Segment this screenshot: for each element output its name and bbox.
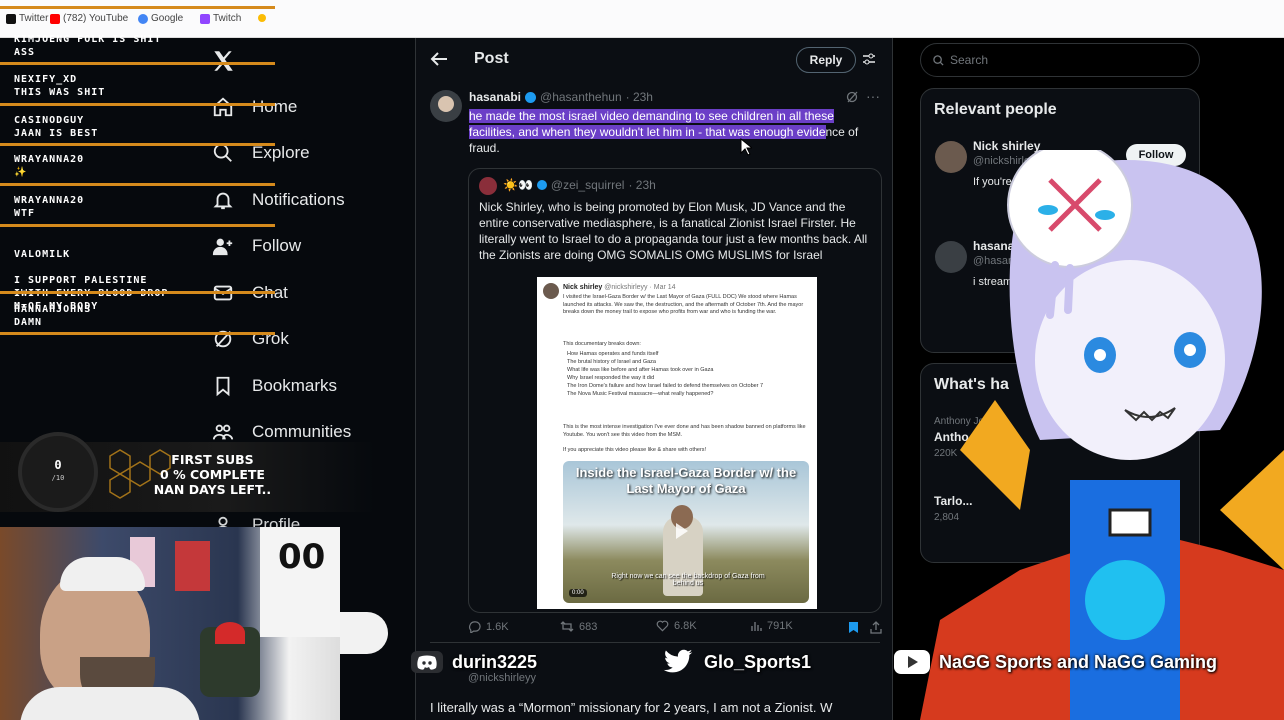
- bandana: [60, 557, 145, 591]
- chat-divider: [0, 103, 275, 106]
- views-action[interactable]: 791K: [750, 620, 793, 632]
- chat-divider: [0, 6, 275, 9]
- shirt: [20, 687, 200, 720]
- vtuber-avatar: [920, 150, 1284, 720]
- repost-icon: [560, 621, 574, 632]
- chat-divider: [0, 62, 275, 65]
- google-icon[interactable]: [258, 14, 266, 22]
- verified-badge-icon: [525, 91, 537, 103]
- tweet-time: · 23h: [625, 90, 653, 104]
- chat-divider: [0, 224, 275, 227]
- google-icon: [138, 13, 148, 24]
- nav-home[interactable]: Home: [212, 96, 297, 118]
- tweet-text: he made the most israel video demanding …: [469, 109, 859, 155]
- like-action[interactable]: 6.8K: [656, 620, 697, 632]
- chat-message: WRAYANNA20 ✨: [14, 154, 85, 178]
- goal-text: FIRST SUBS 0 % COMPLETE NAN DAYS LEFT..: [153, 452, 272, 497]
- post-column: Post Reply hasanabi @hasanthehun · 23h ·…: [415, 38, 893, 720]
- video-duration: 0:00: [569, 589, 587, 597]
- bookmark-youtube[interactable]: (782) YouTube: [50, 13, 128, 24]
- bookmark-twitch[interactable]: Twitch: [200, 13, 241, 24]
- chat-divider: [0, 291, 275, 294]
- search-icon: [933, 54, 944, 66]
- quote-tweet-card[interactable]: ☀️👀 @zei_squirrel · 23h Nick Shirley, wh…: [468, 168, 882, 613]
- goal-progress-ring: 0 /10: [18, 432, 98, 512]
- x-icon: [6, 13, 16, 24]
- chat-divider: [0, 332, 275, 335]
- bookmark-filled-icon[interactable]: [848, 621, 859, 634]
- social-twitter: Glo_Sports1: [660, 647, 811, 677]
- chat-message: KIMJOENG FOLK IS SHIT ASS: [14, 34, 162, 58]
- embed-header: Nick shirley @nickshirleyy · Mar 14: [563, 284, 676, 291]
- communities-icon: [212, 424, 234, 440]
- more-options-icon[interactable]: ···: [866, 88, 880, 104]
- chat-message: HANNAHJOHNS DAMN: [14, 304, 92, 328]
- twitch-icon: [200, 13, 210, 24]
- views-chart-icon: [751, 622, 762, 631]
- verified-badge-icon: [536, 180, 547, 190]
- chat-message: CASINODGUY JAAN IS BEST: [14, 115, 99, 139]
- poster: [175, 541, 210, 591]
- bookmark-google[interactable]: Google: [138, 13, 183, 24]
- quote-author-name: ☀️👀: [503, 178, 533, 192]
- avatar: [543, 283, 559, 299]
- author-handle[interactable]: @hasanthehun: [540, 90, 622, 104]
- embedded-tweet-image[interactable]: Nick shirley @nickshirleyy · Mar 14 I vi…: [537, 277, 817, 609]
- author-name[interactable]: hasanabi: [469, 90, 521, 104]
- webcam-feed: 00: [0, 527, 340, 720]
- reply-icon: [469, 621, 481, 633]
- settings-sliders-icon[interactable]: [862, 52, 876, 66]
- reply-action[interactable]: 1.6K: [468, 620, 509, 633]
- overlay-pill: [340, 612, 388, 654]
- chat-message: WRAYANNA20 WTF: [14, 195, 85, 219]
- browser-bookmarks-bar: Twitter (782) YouTube Google Twitch: [0, 0, 1284, 38]
- repost-action[interactable]: 683: [560, 620, 597, 633]
- page-title: Post: [474, 50, 509, 67]
- quote-text: Nick Shirley, who is being promoted by E…: [479, 200, 868, 262]
- reply-button[interactable]: Reply: [796, 47, 856, 73]
- play-icon[interactable]: [676, 523, 688, 539]
- back-arrow-icon[interactable]: [430, 52, 448, 66]
- tweet-actions: 1.6K 683 6.8K 791K: [468, 620, 882, 638]
- heart-icon: [656, 620, 669, 632]
- youtube-icon: [894, 650, 930, 674]
- chat-divider: [0, 183, 275, 186]
- tweet-header: hasanabi @hasanthehun · 23h: [469, 90, 653, 104]
- quote-header: ☀️👀 @zei_squirrel · 23h: [503, 178, 656, 192]
- chat-divider: [0, 143, 275, 146]
- avatar[interactable]: [430, 90, 462, 122]
- avatar: [479, 177, 497, 195]
- nav-notifications[interactable]: Notifications: [212, 189, 345, 211]
- nav-bookmarks[interactable]: Bookmarks: [212, 375, 337, 397]
- embed-bullets: How Hamas operates and funds itself The …: [567, 351, 764, 397]
- twitter-bird-icon: [663, 649, 693, 673]
- nav-follow[interactable]: Follow: [212, 235, 301, 257]
- social-youtube: NaGG Sports and NaGG Gaming: [893, 647, 1217, 677]
- youtube-icon: [50, 13, 60, 24]
- nav-communities[interactable]: Communities: [212, 421, 351, 443]
- discord-icon: [411, 651, 443, 673]
- chat-message: NEXIFY_XD THIS WAS SHIT: [14, 74, 106, 98]
- embed-intro: I visited the Israel-Gaza Border w/ the …: [563, 294, 804, 315]
- share-icon[interactable]: [870, 621, 882, 634]
- mouse-cursor-icon: [740, 138, 752, 156]
- santa-hat: [215, 622, 245, 644]
- jersey: 00: [260, 527, 340, 637]
- divider: [430, 642, 880, 643]
- bell-icon: [213, 192, 233, 210]
- reply-text: I literally was a “Mormon” missionary fo…: [430, 700, 833, 715]
- search-input[interactable]: Search: [920, 43, 1200, 77]
- x-logo-icon[interactable]: [210, 48, 236, 74]
- social-discord: durin3225: [410, 647, 537, 677]
- bookmark-icon: [216, 376, 230, 397]
- video-thumbnail[interactable]: Inside the Israel-Gaza Border w/ the Las…: [563, 461, 809, 603]
- stream-screenshot: Twitter (782) YouTube Google Twitch Home…: [0, 0, 1284, 720]
- follow-icon: [212, 238, 233, 256]
- bookmark-twitter[interactable]: Twitter: [6, 13, 48, 24]
- home-icon: [213, 97, 233, 117]
- grok-icon[interactable]: [846, 91, 858, 103]
